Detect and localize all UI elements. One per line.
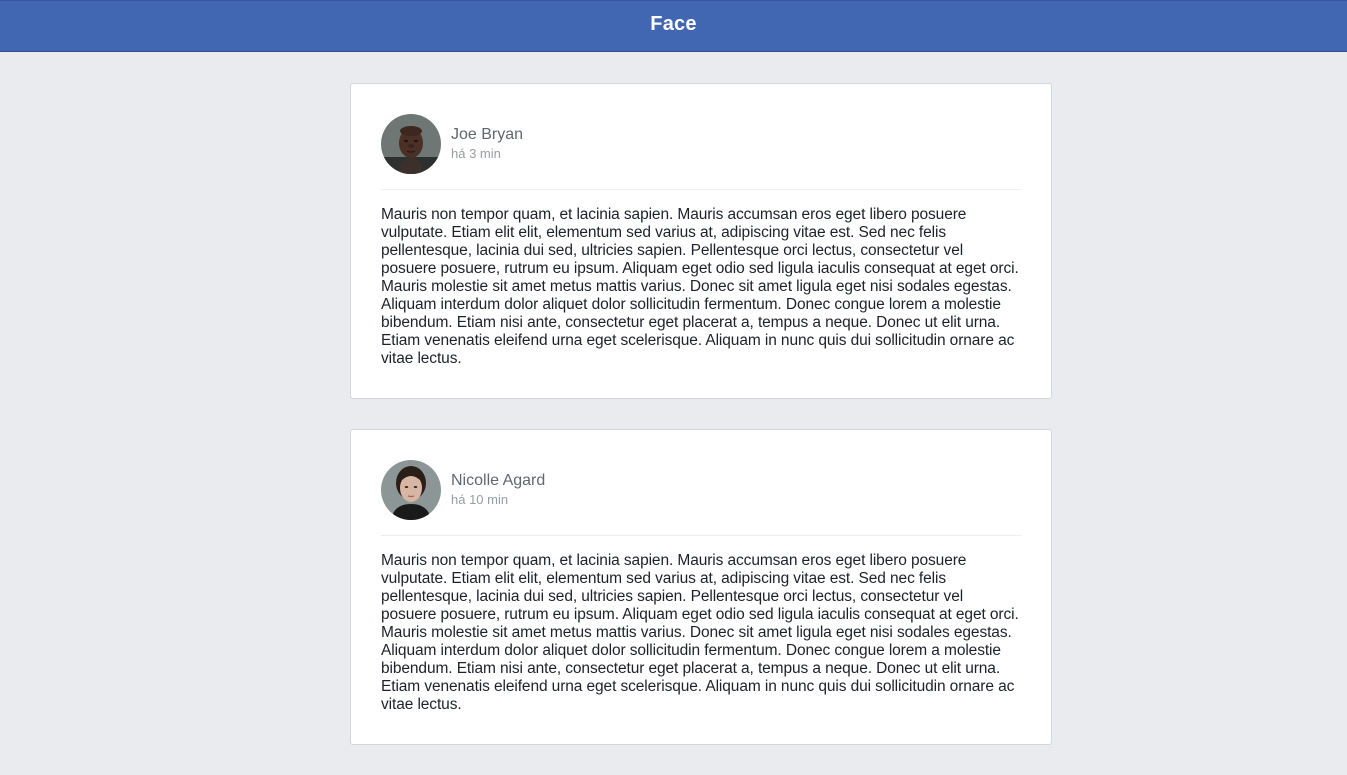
post-content: Mauris non tempor quam, et lacinia sapie… bbox=[381, 206, 1019, 367]
post-content: Mauris non tempor quam, et lacinia sapie… bbox=[381, 552, 1019, 713]
man-portrait-icon bbox=[381, 114, 441, 174]
post-timestamp: há 10 min bbox=[451, 491, 509, 507]
post-header: Joe Bryan há 3 min bbox=[381, 114, 1021, 190]
post-author-name[interactable]: Joe Bryan bbox=[451, 125, 523, 145]
woman-portrait-icon bbox=[381, 460, 441, 520]
top-navigation-bar: Face bbox=[0, 0, 1347, 52]
post-author-name[interactable]: Nicolle Agard bbox=[451, 471, 545, 491]
post-meta: Nicolle Agard há 10 min bbox=[451, 471, 545, 508]
post-card: Joe Bryan há 3 min Mauris non tempor qua… bbox=[350, 83, 1052, 399]
post-feed: Joe Bryan há 3 min Mauris non tempor qua… bbox=[350, 83, 1052, 775]
author-avatar[interactable] bbox=[381, 460, 441, 520]
app-logo-title[interactable]: Face bbox=[650, 13, 696, 36]
post-meta: Joe Bryan há 3 min bbox=[451, 125, 523, 162]
post-timestamp: há 3 min bbox=[451, 145, 501, 161]
post-header: Nicolle Agard há 10 min bbox=[381, 460, 1021, 536]
post-card: Nicolle Agard há 10 min Mauris non tempo… bbox=[350, 429, 1052, 745]
author-avatar[interactable] bbox=[381, 114, 441, 174]
